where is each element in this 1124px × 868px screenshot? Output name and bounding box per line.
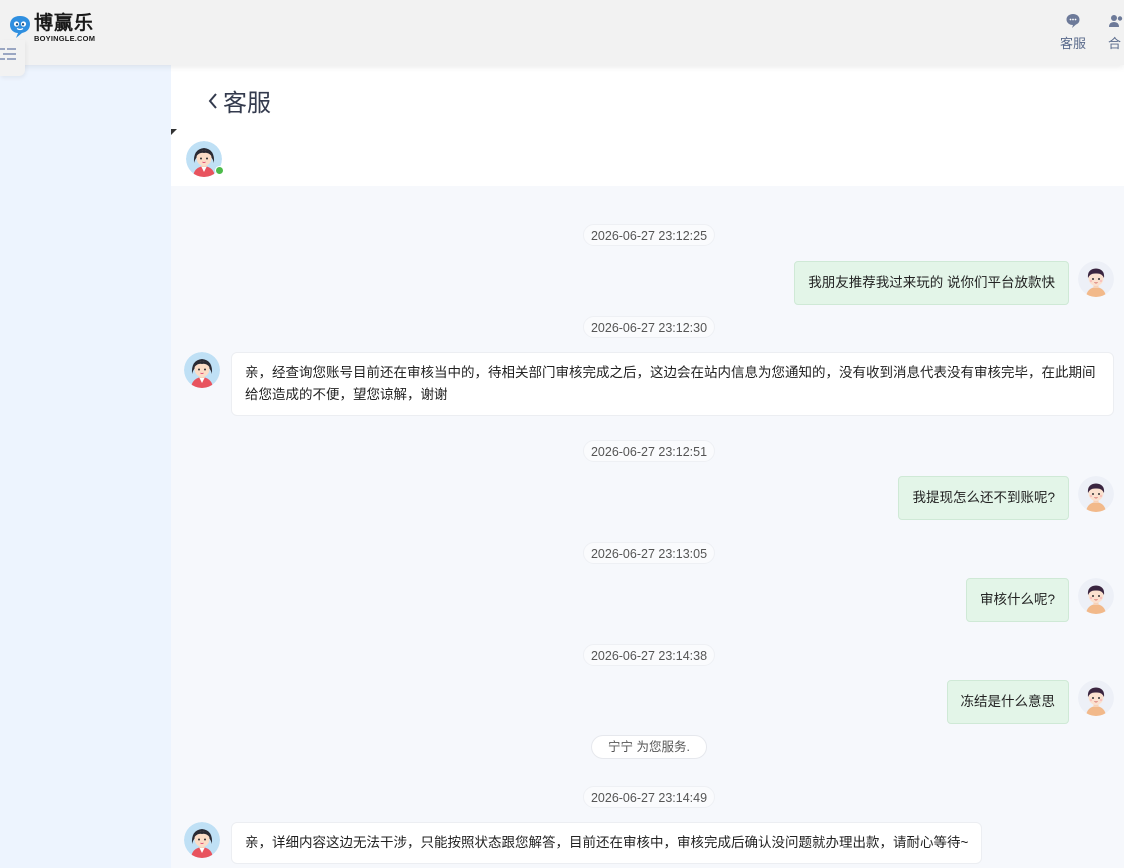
message-timestamp: 2026-06-27 23:14:38 <box>582 644 716 666</box>
user-message: 我朋友推荐我过来玩的 说你们平台放款快 <box>794 261 1069 305</box>
online-status-dot <box>215 166 224 175</box>
logo-domain: BOYINGLE.COM <box>34 34 96 43</box>
message-timestamp: 2026-06-27 23:12:30 <box>582 316 716 338</box>
chat-header: 客服 <box>171 65 1124 186</box>
logo-mark-icon <box>10 16 30 38</box>
agent-avatar <box>184 822 220 858</box>
user-avatar <box>1078 680 1114 716</box>
user-avatar <box>1078 261 1114 297</box>
agent-message: 亲，详细内容这边无法干涉，只能按照状态跟您解答，目前还在审核中，审核完成后确认没… <box>231 822 983 864</box>
users-icon <box>1109 15 1123 27</box>
user-avatar <box>1078 476 1114 512</box>
user-avatar <box>1078 578 1114 614</box>
agent-message: 亲，经查询您账号目前还在审核当中的，待相关部门审核完成之后，这边会在站内信息为您… <box>231 352 1114 416</box>
message-timestamp: 2026-06-27 23:12:51 <box>582 440 716 462</box>
message-timestamp: 2026-06-27 23:12:25 <box>582 224 716 246</box>
chat-bubble-icon <box>1066 14 1080 28</box>
logo-text: 博赢乐 <box>34 12 95 34</box>
nav-partner[interactable]: 合 <box>1108 12 1124 52</box>
agent-avatar <box>184 352 220 388</box>
menu-icon <box>0 48 16 60</box>
nav-label: 合 <box>1108 36 1122 51</box>
chevron-left-icon <box>208 92 217 109</box>
chat-panel: 客服 2026-06-27 23:12:25 我朋友推荐我过来玩的 说你们平台放… <box>171 65 1124 868</box>
back-button[interactable]: 客服 <box>207 83 271 118</box>
nav-customer-service[interactable]: 客服 <box>1060 12 1086 52</box>
menu-toggle-button[interactable] <box>0 40 25 76</box>
top-header: 博赢乐 BOYINGLE.COM 客服 合 <box>0 0 1124 65</box>
system-notice: 宁宁 为您服务. <box>591 735 707 759</box>
message-timestamp: 2026-06-27 23:14:49 <box>582 786 716 808</box>
user-message: 审核什么呢? <box>965 578 1069 622</box>
user-message: 我提现怎么还不到账呢? <box>898 476 1069 520</box>
message-timestamp: 2026-06-27 23:13:05 <box>582 542 716 564</box>
page-title: 客服 <box>223 90 271 117</box>
left-sidebar <box>0 65 171 868</box>
corner-mark <box>171 129 177 135</box>
nav-label: 客服 <box>1060 36 1087 51</box>
user-message: 冻结是什么意思 <box>946 680 1069 724</box>
